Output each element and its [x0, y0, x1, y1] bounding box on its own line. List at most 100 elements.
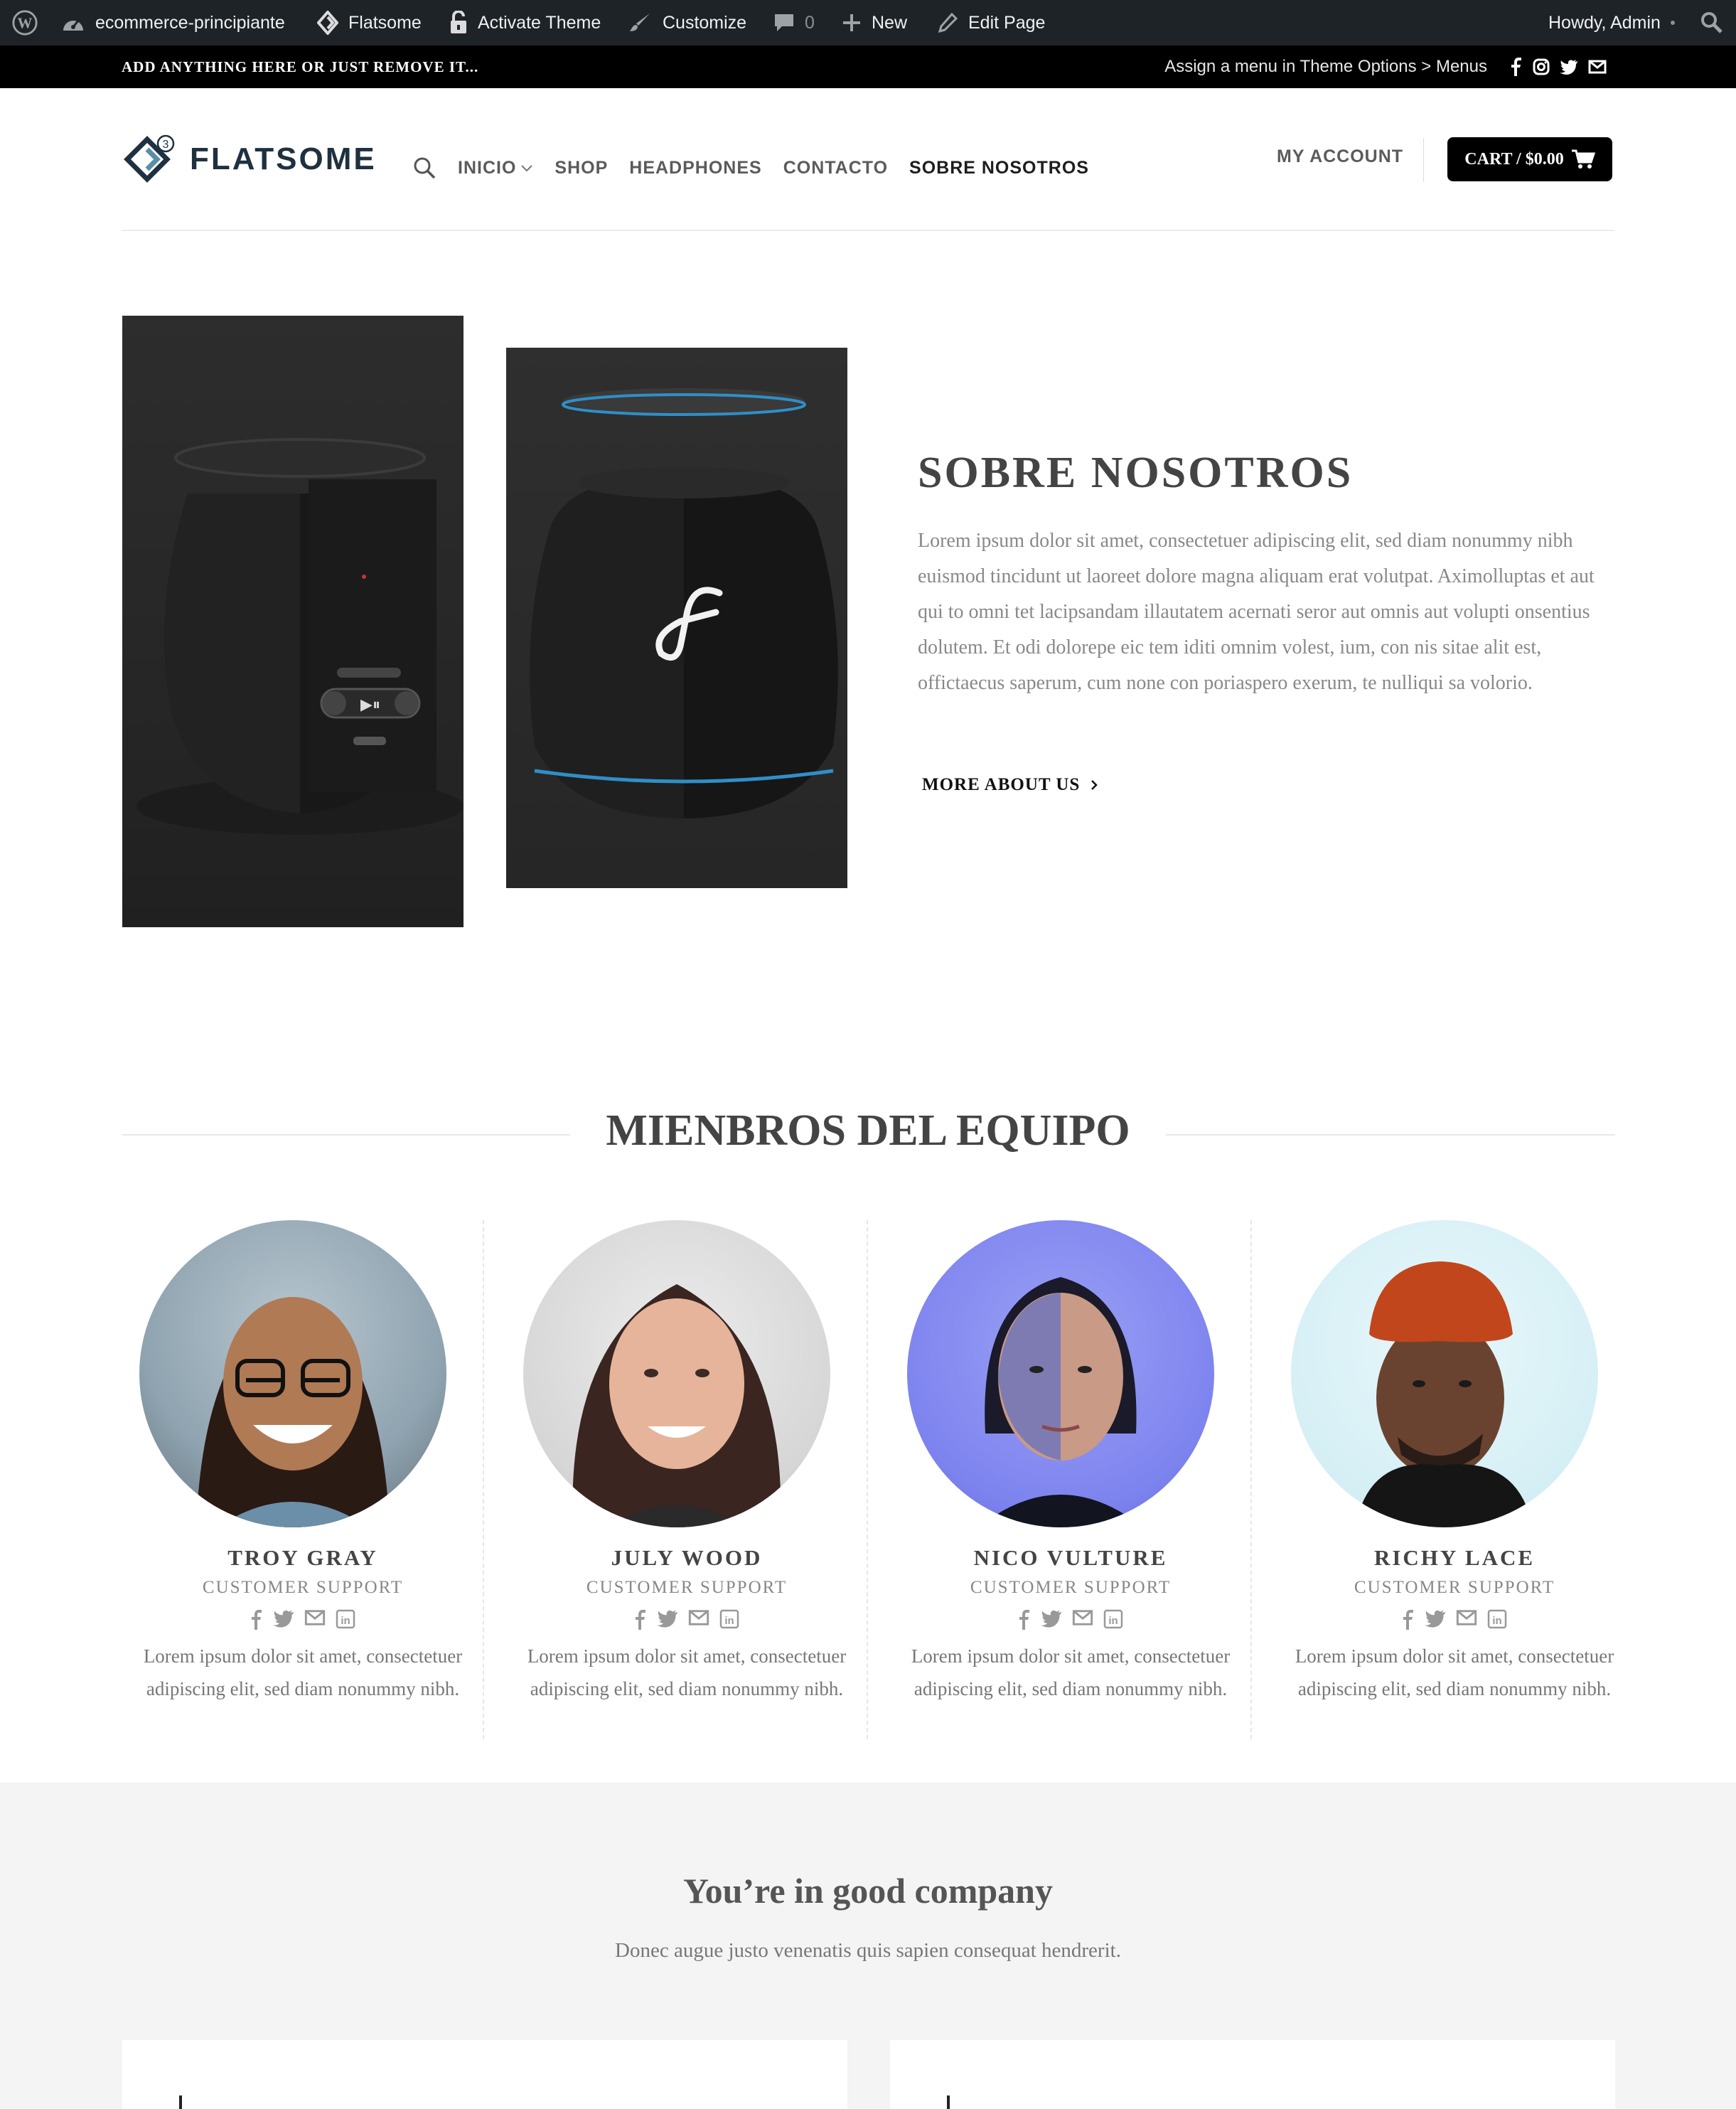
speaker-image-2	[506, 348, 847, 888]
site-name-menu[interactable]: ecommerce-principiante	[61, 0, 285, 46]
member-bio: Lorem ipsum dolor sit amet, consectetuer…	[1295, 1645, 1614, 1699]
facebook-icon[interactable]	[1018, 1609, 1031, 1630]
wordpress-logo-button[interactable]: W	[11, 0, 38, 46]
member-bio: Lorem ipsum dolor sit amet, consectetuer…	[527, 1645, 847, 1699]
new-content-button[interactable]: New	[842, 0, 907, 46]
facebook-icon[interactable]	[1402, 1609, 1415, 1630]
about-text: Lorem ipsum dolor sit amet, consectetuer…	[918, 530, 1595, 694]
svg-text:W: W	[18, 15, 33, 32]
more-about-us-link[interactable]: MORE ABOUT US	[922, 775, 1098, 795]
speaker-illustration-1: ▶⏸	[136, 438, 464, 835]
twitter-icon[interactable]	[1560, 59, 1578, 75]
nav-item-headphones[interactable]: HEADPHONES	[629, 158, 761, 178]
howdy-admin: Howdy, Admin	[1548, 12, 1661, 33]
comments-button[interactable]: 0	[773, 0, 815, 46]
chevron-right-icon	[1091, 780, 1098, 790]
email-icon[interactable]	[304, 1609, 326, 1626]
company-subtitle: Donec augue justo venenatis quis sapien …	[615, 1939, 1121, 1962]
linkedin-icon[interactable]: in	[1103, 1609, 1123, 1629]
email-icon[interactable]	[1588, 60, 1607, 74]
cart-icon	[1571, 149, 1595, 169]
facebook-icon[interactable]	[634, 1609, 647, 1630]
member-bio: Lorem ipsum dolor sit amet, consectetuer…	[143, 1645, 463, 1699]
site-header: 3 FLATSOME INICIO SHOP HEADPHONES CONTAC…	[0, 88, 1736, 231]
member-name: NICO VULTURE	[973, 1545, 1168, 1570]
member-social: in	[1263, 1609, 1646, 1630]
team-member-card: NICO VULTURE CUSTOMER SUPPORT in Lorem i…	[879, 1220, 1263, 1739]
email-icon[interactable]	[1456, 1609, 1477, 1626]
chevron-down-icon	[521, 165, 533, 172]
linkedin-icon[interactable]: in	[336, 1609, 355, 1629]
logo-badge: 3	[163, 139, 169, 151]
member-photo-richy	[1291, 1220, 1598, 1527]
site-logo[interactable]: 3 FLATSOME	[122, 131, 377, 188]
theme-name: Flatsome	[348, 12, 422, 33]
linkedin-icon[interactable]: in	[719, 1609, 739, 1629]
member-bio: Lorem ipsum dolor sit amet, consectetuer…	[911, 1645, 1231, 1699]
comment-bubble-icon	[775, 14, 793, 31]
theme-menu[interactable]: Flatsome	[317, 0, 422, 46]
activate-theme-button[interactable]: Activate Theme	[449, 0, 601, 46]
company-title: You’re in good company	[683, 1871, 1053, 1911]
my-account-link[interactable]: MY ACCOUNT	[1277, 146, 1403, 167]
admin-search-button[interactable]	[1700, 0, 1723, 46]
flatsome-diamond-icon	[317, 11, 338, 35]
top-bar-social	[1510, 46, 1607, 88]
nav-item-shop[interactable]: SHOP	[554, 158, 608, 178]
member-photo-july	[523, 1220, 830, 1527]
cart-label: CART / $0.00	[1464, 149, 1564, 169]
account-menu[interactable]: Howdy, Admin	[1548, 0, 1675, 46]
logo-text: FLATSOME	[190, 142, 377, 176]
twitter-icon[interactable]	[1041, 1609, 1062, 1628]
top-bar-menu-hint[interactable]: Assign a menu in Theme Options > Menus	[1164, 46, 1487, 88]
facebook-icon[interactable]	[1510, 58, 1523, 76]
member-social: in	[879, 1609, 1263, 1630]
twitter-icon[interactable]	[657, 1609, 678, 1628]
unlock-icon	[451, 11, 466, 33]
team-member-card: TROY GRAY CUSTOMER SUPPORT in Lorem ipsu…	[111, 1220, 495, 1739]
testimonial-card	[122, 2040, 847, 2109]
testimonial-card	[890, 2040, 1615, 2109]
member-social: in	[495, 1609, 879, 1630]
nav-item-contacto[interactable]: CONTACTO	[783, 158, 888, 178]
customize-button[interactable]: Customize	[628, 0, 746, 46]
cart-button[interactable]: CART / $0.00	[1447, 137, 1612, 181]
svg-text:in: in	[724, 1615, 734, 1627]
member-photo-nico	[907, 1220, 1214, 1527]
flatsome-logo-icon: 3	[124, 134, 175, 183]
svg-text:in: in	[1108, 1615, 1118, 1627]
email-icon[interactable]	[688, 1609, 709, 1626]
member-name: TROY GRAY	[227, 1545, 378, 1570]
twitter-icon[interactable]	[1425, 1609, 1446, 1628]
twitter-icon[interactable]	[273, 1609, 294, 1628]
top-bar: ADD ANYTHING HERE OR JUST REMOVE IT... A…	[0, 46, 1736, 88]
site-name: ecommerce-principiante	[95, 12, 285, 33]
nav-item-sobre-nosotros[interactable]: SOBRE NOSOTROS	[909, 158, 1089, 178]
nav-label-inicio: INICIO	[458, 157, 517, 178]
main-nav: INICIO SHOP HEADPHONES CONTACTO SOBRE NO…	[412, 132, 1089, 203]
team-member-card: RICHY LACE CUSTOMER SUPPORT in Lorem ips…	[1263, 1220, 1646, 1739]
member-social: in	[111, 1609, 495, 1630]
header-divider	[1423, 138, 1424, 182]
edit-page-button[interactable]: Edit Page	[937, 0, 1045, 46]
instagram-icon[interactable]	[1533, 58, 1550, 75]
member-role: CUSTOMER SUPPORT	[1354, 1578, 1555, 1597]
paintbrush-icon	[630, 14, 650, 31]
speaker-image-1: ▶⏸	[122, 316, 464, 927]
search-icon[interactable]	[412, 156, 436, 180]
new-label: New	[872, 12, 908, 33]
nav-item-inicio[interactable]: INICIO	[458, 158, 533, 178]
email-icon[interactable]	[1072, 1609, 1093, 1626]
linkedin-icon[interactable]: in	[1487, 1609, 1507, 1629]
speaker-illustration-2	[530, 388, 838, 818]
member-photo-troy	[139, 1220, 446, 1527]
member-name: JULY WOOD	[611, 1545, 763, 1570]
facebook-icon[interactable]	[250, 1609, 263, 1630]
comments-count: 0	[805, 12, 815, 33]
member-role: CUSTOMER SUPPORT	[202, 1578, 404, 1597]
team-member-card: JULY WOOD CUSTOMER SUPPORT in Lorem ipsu…	[495, 1220, 879, 1739]
more-about-us-label: MORE ABOUT US	[922, 775, 1081, 794]
member-role: CUSTOMER SUPPORT	[586, 1578, 788, 1597]
edit-page-label: Edit Page	[968, 12, 1046, 33]
about-title: SOBRE NOSOTROS	[918, 449, 1354, 497]
